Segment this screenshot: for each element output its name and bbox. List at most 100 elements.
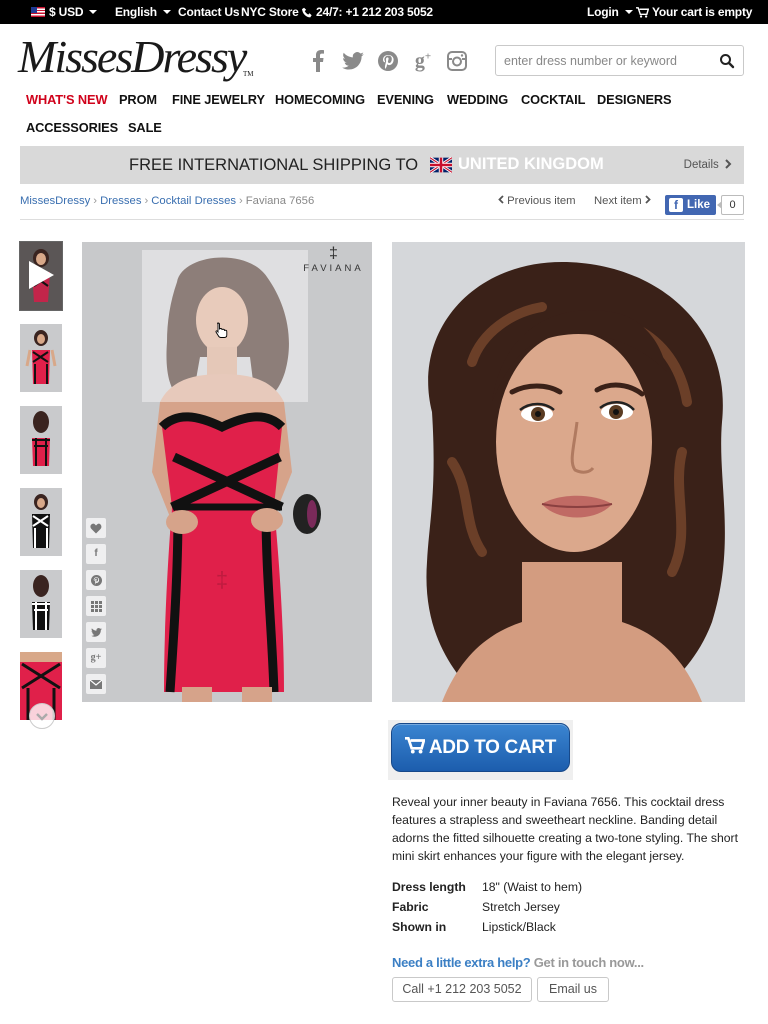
- thumbnail-scroll-down[interactable]: [29, 703, 55, 729]
- help-tagline: Get in touch now...: [533, 955, 644, 970]
- spec-label: Shown in: [392, 920, 447, 934]
- brand-logo-text: FAVIANA: [303, 263, 364, 274]
- instagram-icon[interactable]: [444, 48, 470, 74]
- google-plus-icon[interactable]: g+: [410, 48, 436, 74]
- nav-item-sale[interactable]: SALE: [128, 120, 162, 135]
- nav-item-prom[interactable]: PROM: [119, 92, 157, 107]
- top-bar: $ USD English Contact Us NYC Store 24/7:…: [0, 0, 768, 24]
- cart-icon: [404, 737, 425, 754]
- help-question[interactable]: Need a little extra help?: [392, 955, 531, 970]
- previous-item-label: Previous item: [507, 195, 576, 207]
- login-label: Login: [587, 5, 619, 19]
- breadcrumb-home[interactable]: MissesDressy: [20, 195, 90, 207]
- breadcrumb: MissesDressy › Dresses › Cocktail Dresses › Fa…: [20, 195, 315, 207]
- chevron-down-icon: [89, 10, 98, 14]
- breadcrumb-dresses[interactable]: Dresses: [100, 195, 141, 207]
- nav-item-homecoming[interactable]: HOMECOMING: [275, 92, 365, 107]
- logo-text: MissesDressy: [18, 31, 247, 82]
- play-icon: [29, 261, 54, 289]
- cart-link[interactable]: Your cart is empty: [636, 0, 752, 24]
- nav-item-wedding[interactable]: WEDDING: [447, 92, 508, 107]
- nav-item-cocktail[interactable]: COCKTAIL: [521, 92, 585, 107]
- search-icon[interactable]: [719, 53, 735, 69]
- shipping-banner: FREE INTERNATIONAL SHIPPING TO UNITED KI…: [20, 146, 744, 184]
- phone-link[interactable]: 24/7: +1 212 203 5052: [302, 0, 433, 24]
- logo-trademark: TM: [243, 70, 254, 78]
- uk-flag-icon: [430, 157, 452, 173]
- chevron-down-icon: [36, 713, 48, 721]
- login-menu[interactable]: Login: [587, 0, 633, 24]
- chevron-right-icon: [725, 159, 732, 169]
- cart-icon: [636, 6, 649, 18]
- thumbnail-back-white[interactable]: [20, 570, 62, 638]
- svg-text:‡: ‡: [216, 567, 228, 592]
- share-google-plus-icon[interactable]: g+: [86, 648, 106, 668]
- chevron-down-icon: [624, 10, 633, 14]
- nav-item-designers[interactable]: DESIGNERS: [597, 92, 672, 107]
- spec-label: Dress length: [392, 880, 466, 894]
- currency-label: $ USD: [49, 5, 84, 19]
- share-twitter-icon[interactable]: [86, 622, 106, 642]
- shipping-text: FREE INTERNATIONAL SHIPPING TO: [129, 156, 419, 174]
- language-label: English: [115, 5, 157, 19]
- chevron-down-icon: [162, 10, 171, 14]
- nav-item-evening[interactable]: EVENING: [377, 92, 434, 107]
- spec-value: 18" (Waist to hem): [482, 880, 583, 894]
- thumbnail-video[interactable]: [19, 241, 63, 311]
- currency-selector[interactable]: $ USD: [31, 0, 98, 24]
- next-item-label: Next item: [594, 195, 642, 207]
- facebook-icon: f: [669, 198, 683, 212]
- divider: [20, 219, 744, 220]
- close-up-image[interactable]: [392, 242, 745, 702]
- thumbnail-front[interactable]: [20, 324, 62, 392]
- main-product-image[interactable]: ‡ ‡ FAVIANA f g+: [82, 242, 372, 702]
- email-us-button[interactable]: Email us: [537, 977, 609, 1002]
- search-input[interactable]: [496, 46, 711, 75]
- shipping-country[interactable]: UNITED KINGDOM: [458, 146, 604, 184]
- nyc-store-link[interactable]: NYC Store: [241, 0, 299, 24]
- breadcrumb-current: Faviana 7656: [245, 195, 315, 207]
- phone-label: 24/7: +1 212 203 5052: [316, 5, 433, 19]
- search-box: [495, 45, 744, 76]
- nav-item-fine-jewelry[interactable]: FINE JEWELRY: [172, 92, 265, 107]
- next-item-link[interactable]: Next item: [594, 195, 651, 207]
- hand-cursor-icon: [215, 322, 228, 338]
- contact-us-link[interactable]: Contact Us: [178, 0, 240, 24]
- thumbnail-back[interactable]: [20, 406, 62, 474]
- product-description: Reveal your inner beauty in Faviana 7656…: [392, 795, 738, 863]
- add-to-cart-label: ADD TO CART: [428, 737, 557, 758]
- spec-value: Stretch Jersey: [482, 900, 560, 914]
- pinterest-icon[interactable]: [375, 48, 401, 74]
- nav-item-whats-new[interactable]: WHAT'S NEW: [26, 92, 108, 107]
- thumbnail-front-white[interactable]: [20, 488, 62, 556]
- faviana-brand-logo: ‡ FAVIANA: [295, 245, 372, 285]
- nav-item-accessories[interactable]: ACCESSORIES: [26, 120, 118, 135]
- language-selector[interactable]: English: [115, 0, 171, 24]
- share-facebook-icon[interactable]: f: [86, 544, 106, 564]
- help-heading: Need a little extra help? Get in touch n…: [392, 955, 644, 970]
- wishlist-heart-icon[interactable]: [86, 518, 106, 538]
- share-grid-icon[interactable]: [86, 596, 106, 616]
- share-pinterest-icon[interactable]: [86, 570, 106, 590]
- faviana-mark-icon: ‡: [329, 245, 338, 262]
- chevron-right-icon: [645, 195, 651, 204]
- model-face-image: [392, 242, 745, 702]
- us-flag-icon: [31, 7, 45, 17]
- like-count: 0: [717, 195, 744, 215]
- spec-value: Lipstick/Black: [482, 920, 556, 934]
- chevron-left-icon: [498, 195, 504, 204]
- previous-item-link[interactable]: Previous item: [498, 195, 576, 207]
- details-label: Details: [683, 159, 719, 171]
- call-button[interactable]: Call +1 212 203 5052: [392, 977, 532, 1002]
- facebook-icon[interactable]: [305, 48, 331, 74]
- twitter-icon[interactable]: [340, 48, 366, 74]
- add-to-cart-button[interactable]: ADD TO CART: [391, 723, 570, 772]
- site-logo[interactable]: MissesDressy TM: [18, 30, 258, 84]
- phone-icon: [302, 7, 312, 17]
- cart-label: Your cart is empty: [652, 5, 753, 19]
- shipping-details-link[interactable]: Details: [684, 146, 732, 184]
- breadcrumb-cocktail[interactable]: Cocktail Dresses: [151, 195, 236, 207]
- facebook-like-button[interactable]: f Like: [665, 195, 716, 215]
- share-email-icon[interactable]: [86, 674, 106, 694]
- spec-label: Fabric: [392, 900, 429, 914]
